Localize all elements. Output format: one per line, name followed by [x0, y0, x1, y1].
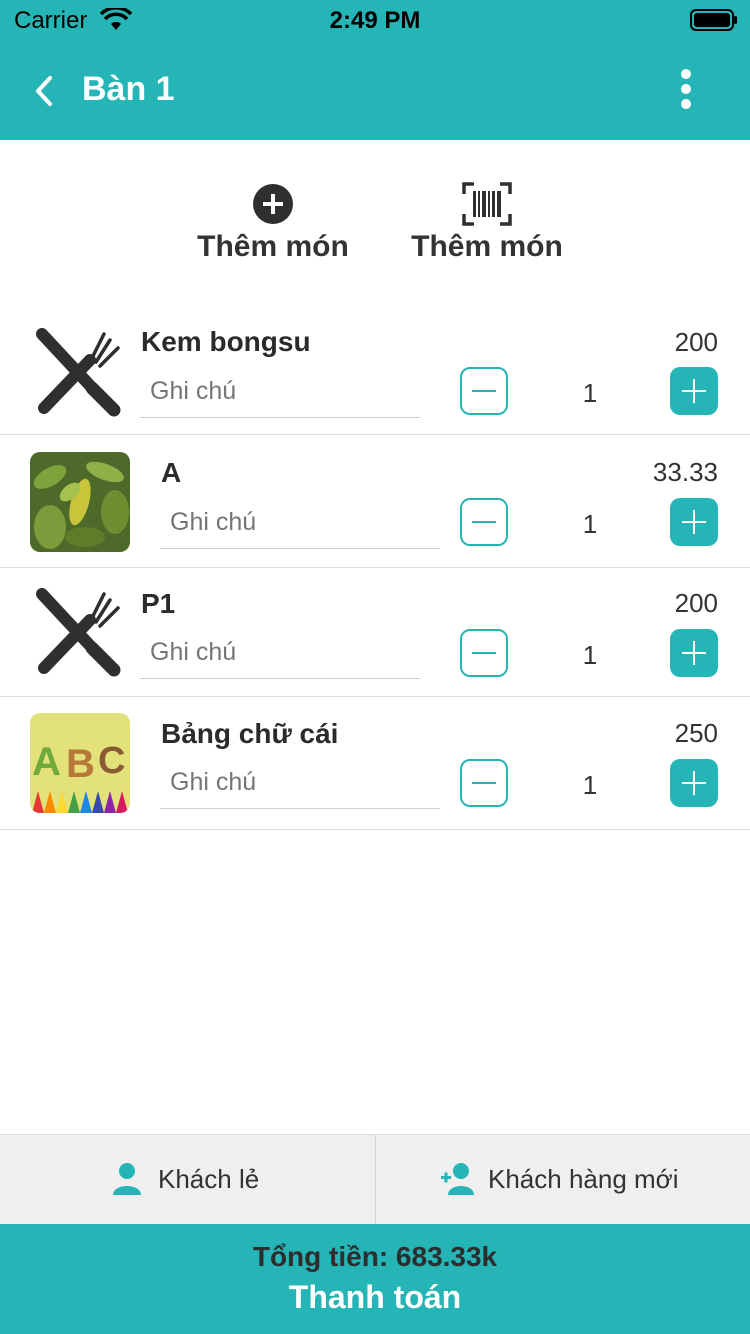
list-item: A B C Bảng chữ cái 250 1 [0, 697, 750, 830]
retail-customer-button[interactable]: Khách lẻ [0, 1135, 375, 1225]
leaf-photo [30, 452, 130, 552]
item-name: A [161, 457, 182, 488]
back-chevron-icon[interactable] [28, 74, 60, 108]
add-item-button[interactable]: Thêm món [173, 182, 373, 264]
item-quantity: 1 [582, 640, 598, 670]
note-input[interactable] [160, 497, 440, 549]
scan-add-item-label: Thêm món [411, 230, 563, 263]
increase-qty-button[interactable] [670, 759, 718, 807]
list-item: Kem bongsu 200 1 [0, 300, 750, 435]
abc-photo: A B C [30, 713, 130, 813]
total-amount: Tổng tiền: 683.33k [252, 1241, 498, 1272]
note-input[interactable] [140, 627, 420, 679]
svg-text:A: A [32, 740, 61, 784]
increase-qty-button[interactable] [670, 498, 718, 546]
item-name: Bảng chữ cái [161, 718, 339, 749]
note-input[interactable] [140, 366, 420, 418]
svg-text:C: C [98, 740, 125, 782]
svg-text:B: B [66, 742, 95, 786]
checkout-button[interactable]: Tổng tiền: 683.33k Thanh toán [0, 1224, 750, 1334]
item-price: 200 [674, 588, 718, 618]
increase-qty-button[interactable] [670, 367, 718, 415]
retail-customer-label: Khách lẻ [158, 1164, 260, 1194]
decrease-qty-button[interactable] [460, 759, 508, 807]
item-price: 200 [674, 327, 718, 357]
list-item: A 33.33 1 [0, 435, 750, 568]
person-icon [113, 1163, 141, 1195]
item-name: P1 [141, 588, 176, 619]
new-customer-label: Khách hàng mới [488, 1164, 679, 1194]
more-vertical-icon[interactable] [672, 68, 700, 112]
list-item: P1 200 1 [0, 568, 750, 697]
decrease-qty-button[interactable] [460, 498, 508, 546]
item-quantity: 1 [582, 378, 598, 408]
status-bar: Carrier 2:49 PM [0, 0, 750, 40]
decrease-qty-button[interactable] [460, 629, 508, 677]
item-price: 250 [674, 718, 718, 748]
item-quantity: 1 [582, 509, 598, 539]
item-quantity: 1 [582, 770, 598, 800]
item-name: Kem bongsu [141, 326, 311, 357]
utensils-icon [36, 328, 121, 417]
clock: 2:49 PM [329, 7, 421, 34]
add-actions: Thêm món Thêm món [0, 140, 750, 300]
note-input[interactable] [160, 757, 440, 809]
utensils-icon [36, 588, 121, 677]
scan-add-item-button[interactable]: Thêm món [387, 182, 587, 264]
decrease-qty-button[interactable] [460, 367, 508, 415]
add-circle-icon [253, 184, 293, 224]
increase-qty-button[interactable] [670, 629, 718, 677]
new-customer-button[interactable]: Khách hàng mới [376, 1135, 750, 1225]
customer-bar: Khách lẻ Khách hàng mới [0, 1134, 750, 1225]
add-item-label: Thêm món [197, 230, 349, 263]
barcode-scan-icon [462, 182, 512, 226]
add-person-icon [441, 1163, 474, 1195]
nav-bar: Bàn 1 [0, 40, 750, 140]
page-title: Bàn 1 [82, 70, 175, 108]
item-price: 33.33 [652, 457, 718, 487]
battery-icon [690, 9, 737, 31]
checkout-label: Thanh toán [288, 1279, 462, 1315]
